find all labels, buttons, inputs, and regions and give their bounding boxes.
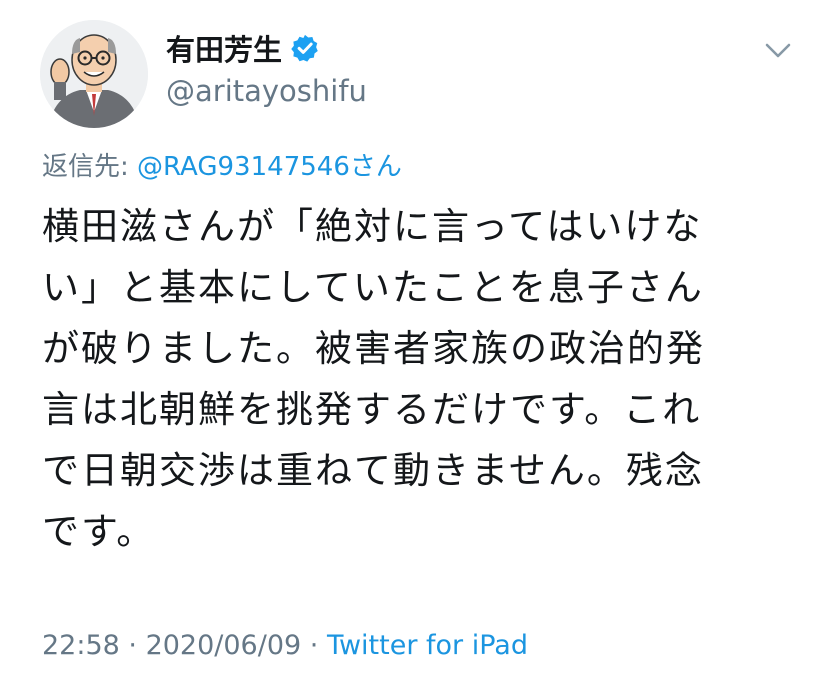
author-block: 有田芳生 @aritayoshifu	[166, 28, 367, 108]
avatar[interactable]	[40, 20, 148, 128]
reply-to-handle: @RAG93147546	[137, 152, 350, 182]
tweet-date[interactable]: 2020/06/09	[146, 630, 302, 661]
tweet-text-line: で日朝交渉は重ねて動きません。残念	[42, 449, 704, 492]
author-handle[interactable]: @aritayoshifu	[166, 74, 367, 108]
tweet-text-line: が破りました。被害者家族の政治的発	[42, 327, 705, 370]
reply-to-link[interactable]: @RAG93147546さん	[137, 152, 402, 182]
tweet-text: 横田滋さんが「絶対に言ってはいけな い」と基本にしていたことを息子さん が破りま…	[42, 196, 784, 562]
verified-badge-icon	[290, 33, 320, 63]
tweet-text-line: 言は北朝鮮を挑発するだけです。これ	[42, 388, 702, 431]
reply-context: 返信先: @RAG93147546さん	[42, 146, 402, 183]
reply-to-suffix: さん	[349, 152, 402, 182]
meta-separator: ·	[119, 630, 146, 661]
display-name[interactable]: 有田芳生	[166, 27, 282, 69]
tweet-text-line: い」と基本にしていたことを息子さん	[42, 266, 704, 309]
tweet-meta: 22:58 · 2020/06/09 · Twitter for iPad	[42, 630, 528, 661]
tweet-time[interactable]: 22:58	[42, 630, 120, 661]
tweet-source-link[interactable]: Twitter for iPad	[327, 630, 528, 661]
tweet-card: 有田芳生 @aritayoshifu 返信先: @RAG93147546さん 横…	[0, 0, 817, 697]
display-name-row: 有田芳生	[166, 28, 367, 68]
avatar-illustration-icon	[40, 20, 148, 128]
tweet-text-line: 横田滋さんが「絶対に言ってはいけな	[42, 205, 703, 248]
meta-separator: ·	[301, 630, 327, 661]
chevron-down-icon[interactable]	[764, 38, 792, 62]
reply-prefix: 返信先:	[42, 152, 138, 182]
tweet-text-line: です。	[42, 510, 156, 553]
